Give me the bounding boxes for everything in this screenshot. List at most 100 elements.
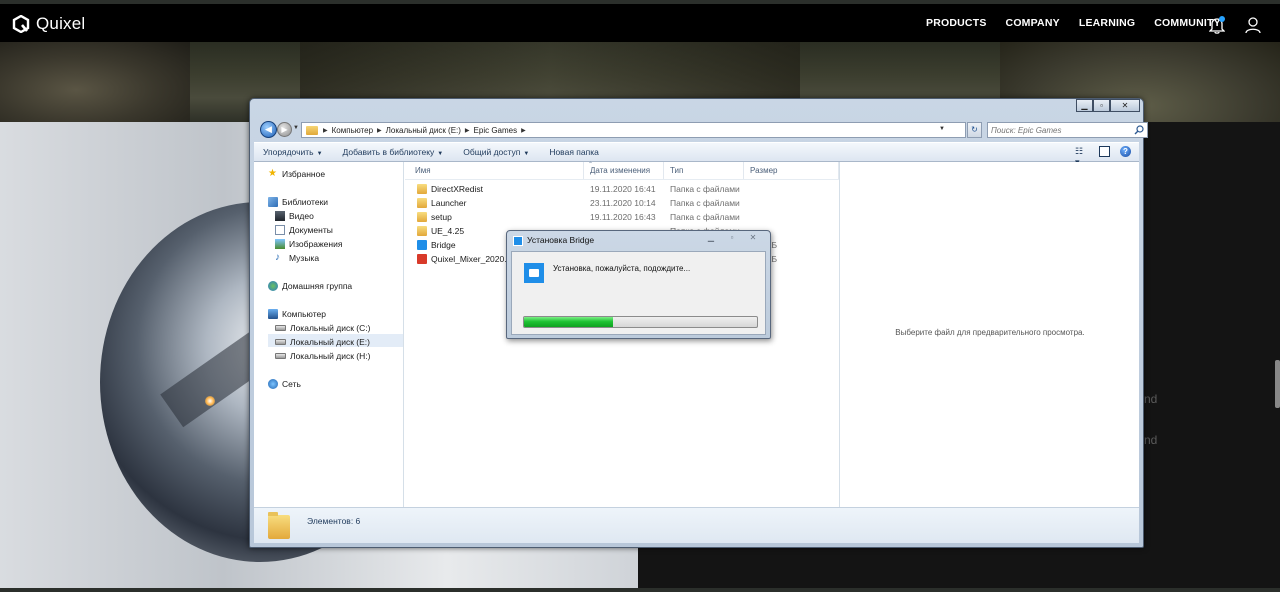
item-count: Элементов: 6 <box>307 516 361 526</box>
preview-pane-toggle-icon[interactable] <box>1099 146 1110 157</box>
folder-icon <box>417 226 427 236</box>
site-navbar: Quixel PRODUCTS COMPANY LEARNING COMMUNI… <box>0 4 1280 42</box>
maximize-button[interactable]: ▫ <box>1093 99 1110 112</box>
address-dropdown-icon[interactable]: ▼ <box>939 126 945 132</box>
nav-disk-h-label: Локальный диск (H:) <box>290 351 371 361</box>
search-input[interactable] <box>991 125 1131 136</box>
install-progress-fill <box>524 317 613 327</box>
nav-music[interactable]: ♪ Музыка <box>275 253 320 264</box>
close-button[interactable]: ✕ <box>1110 99 1140 112</box>
chevron-down-icon: ▼ <box>316 151 323 157</box>
breadcrumb-disk-e[interactable]: Локальный диск (E:) <box>386 126 461 135</box>
back-button[interactable]: ◀ <box>260 121 277 138</box>
nav-company[interactable]: COMPANY <box>1006 17 1060 29</box>
crumb-separator-icon[interactable]: ▶ <box>465 127 470 134</box>
nav-computer[interactable]: Компьютер <box>268 309 326 319</box>
breadcrumb-computer[interactable]: Компьютер <box>332 126 373 135</box>
page-scrollbar-thumb[interactable] <box>1275 360 1280 408</box>
share-menu[interactable]: Общий доступ ▼ <box>463 147 529 157</box>
file-type: Папка с файлами <box>670 184 740 194</box>
column-header-name[interactable]: Имя <box>409 162 584 179</box>
column-header-date[interactable]: Дата изменения <box>584 162 664 179</box>
homegroup-icon <box>268 281 278 291</box>
nav-disk-c[interactable]: Локальный диск (C:) <box>275 323 370 333</box>
breadcrumb-epic-games[interactable]: Epic Games <box>474 126 518 135</box>
quixel-logo-icon <box>12 15 30 33</box>
render-sphere-light <box>205 396 215 406</box>
install-dialog: Установка Bridge ▁ ▫ ✕ Установка, пожалу… <box>506 230 771 339</box>
help-icon[interactable]: ? <box>1120 146 1131 157</box>
search-icon[interactable] <box>1134 125 1144 135</box>
star-icon: ★ <box>268 168 277 179</box>
dialog-close-button[interactable]: ✕ <box>743 232 763 244</box>
forward-button[interactable]: ▶ <box>277 122 292 137</box>
crumb-separator-icon[interactable]: ▶ <box>377 127 382 134</box>
nav-music-label: Музыка <box>289 253 320 263</box>
file-date: 19.11.2020 16:43 <box>590 212 656 222</box>
crumb-separator-icon[interactable]: ▶ <box>323 127 328 134</box>
quixel-logo[interactable]: Quixel <box>12 14 85 34</box>
nav-homegroup[interactable]: Домашняя группа <box>268 281 352 291</box>
site-nav-links: PRODUCTS COMPANY LEARNING COMMUNITY <box>926 17 1240 29</box>
nav-documents[interactable]: Документы <box>275 225 333 235</box>
folder-large-icon <box>268 512 290 539</box>
organize-label: Упорядочить <box>263 147 314 157</box>
share-label: Общий доступ <box>463 147 521 157</box>
address-row: ◀ ▶ ▼ ▶ Компьютер ▶ Локальный диск (E:) … <box>260 121 1148 139</box>
nav-videos[interactable]: Видео <box>275 211 314 221</box>
address-bar[interactable]: ▶ Компьютер ▶ Локальный диск (E:) ▶ Epic… <box>301 122 966 138</box>
column-header-size[interactable]: Размер <box>744 162 839 179</box>
organize-menu[interactable]: Упорядочить ▼ <box>263 147 323 157</box>
nav-disk-h[interactable]: Локальный диск (H:) <box>275 351 370 361</box>
document-library-icon <box>275 225 285 235</box>
nav-libraries[interactable]: Библиотеки <box>268 197 328 207</box>
nav-products[interactable]: PRODUCTS <box>926 17 987 29</box>
add-to-library-label: Добавить в библиотеку <box>342 147 435 157</box>
nav-network[interactable]: Сеть <box>268 379 301 389</box>
column-header-type[interactable]: Тип <box>664 162 744 179</box>
chevron-down-icon: ▼ <box>523 151 530 157</box>
network-icon <box>268 379 278 389</box>
dialog-minimize-button[interactable]: ▁ <box>701 232 721 244</box>
file-row[interactable]: DirectXRedist 19.11.2020 16:41 Папка с фай… <box>405 182 839 196</box>
folder-icon <box>417 212 427 222</box>
new-folder-button[interactable]: Новая папка <box>549 147 599 157</box>
bridge-installer-icon <box>524 263 544 283</box>
command-toolbar: Упорядочить ▼ Добавить в библиотеку ▼ Общи… <box>254 142 1139 167</box>
user-account-icon[interactable] <box>1244 16 1262 34</box>
file-name: DirectXRedist <box>431 184 483 194</box>
file-date: 23.11.2020 10:14 <box>590 198 656 208</box>
search-box <box>987 122 1148 138</box>
file-row[interactable]: Launcher 23.11.2020 10:14 Папка с файлами <box>405 196 839 210</box>
refresh-icon[interactable]: ↻ <box>967 122 982 138</box>
nav-documents-label: Документы <box>289 225 333 235</box>
nav-learning[interactable]: LEARNING <box>1079 17 1135 29</box>
nav-favorites[interactable]: ★ Избранное <box>268 168 325 180</box>
navigation-pane: ★ Избранное Библиотеки Видео Документы И… <box>254 162 404 507</box>
site-hidden-text-2: nd <box>1144 433 1158 447</box>
chevron-down-icon: ▼ <box>437 151 444 157</box>
crumb-separator-icon[interactable]: ▶ <box>521 127 526 134</box>
add-to-library-menu[interactable]: Добавить в библиотеку ▼ <box>343 147 444 157</box>
hard-disk-icon <box>275 353 286 359</box>
minimize-button[interactable]: ▁ <box>1076 99 1093 112</box>
notification-dot <box>1219 16 1225 22</box>
hero-rock-left <box>0 42 190 122</box>
view-options-icon[interactable]: ☷ ▾ <box>1075 146 1089 167</box>
toolbar-right-tools: ☷ ▾ ? <box>1075 146 1131 167</box>
address-folder-icon <box>306 125 318 135</box>
recent-pages-dropdown[interactable]: ▼ <box>293 125 299 131</box>
file-row[interactable]: setup 19.11.2020 16:43 Папка с файлами <box>405 210 839 224</box>
bridge-app-icon <box>513 236 523 246</box>
preview-pane: Выберите файл для предварительного просм… <box>839 162 1139 507</box>
sort-caret-icon: ⌃ <box>588 162 594 168</box>
preview-hint: Выберите файл для предварительного просм… <box>895 328 1085 337</box>
nav-computer-label: Компьютер <box>282 309 326 319</box>
nav-videos-label: Видео <box>289 211 314 221</box>
nav-pictures[interactable]: Изображения <box>275 239 342 249</box>
window-controls: ▁ ▫ ✕ <box>1076 99 1140 112</box>
nav-disk-e[interactable]: Локальный диск (E:) <box>275 337 370 347</box>
site-bottom-strip <box>0 588 1280 592</box>
column-header-divider <box>405 179 839 180</box>
dialog-maximize-button[interactable]: ▫ <box>722 232 742 244</box>
